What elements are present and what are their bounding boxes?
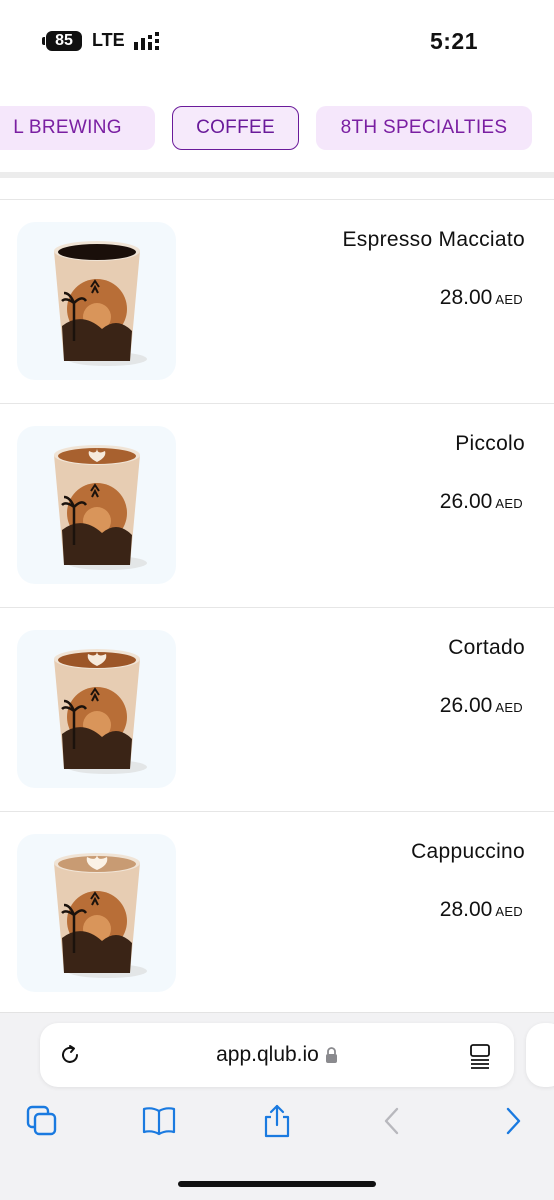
coffee-cup-icon [53, 649, 147, 774]
product-image[interactable] [17, 222, 176, 380]
product-image[interactable] [17, 630, 176, 788]
url-display[interactable]: app.qlub.io [40, 1023, 514, 1087]
coffee-cup-icon [53, 241, 147, 366]
menu-item-cappuccino[interactable]: Cappuccino 28.00 AED [0, 812, 554, 1016]
price-value: 28.00 [439, 898, 493, 921]
address-bar[interactable]: app.qlub.io [40, 1023, 514, 1087]
tab-8th-specialties[interactable]: 8TH SPECIALTIES [316, 106, 532, 150]
category-tabs: L BREWING COFFEE 8TH SPECIALTIES [0, 104, 554, 152]
signal-icon [134, 32, 159, 50]
network-type: LTE [92, 30, 125, 50]
price-value: 26.00 [439, 694, 493, 717]
browser-toolbar: app.qlub.io [0, 1012, 554, 1200]
lock-icon [325, 1047, 337, 1063]
currency-label: AED [495, 292, 523, 307]
tab-coffee[interactable]: COFFEE [172, 106, 299, 150]
menu-item-espresso-macciato[interactable]: Espresso Macciato 28.00 AED [0, 200, 554, 404]
price-value: 28.00 [439, 286, 493, 309]
url-text: app.qlub.io [216, 1043, 319, 1066]
coffee-cup-icon [53, 853, 147, 978]
menu-list: Espresso Macciato 28.00 AED Piccolo 26.00… [0, 200, 554, 1016]
share-icon[interactable] [259, 1103, 295, 1139]
item-name: Espresso Macciato [342, 228, 525, 251]
menu-item-piccolo[interactable]: Piccolo 26.00 AED [0, 404, 554, 608]
next-tab-preview[interactable] [526, 1023, 554, 1087]
forward-chevron-icon[interactable] [495, 1103, 531, 1139]
item-price: 26.00 AED [440, 694, 523, 718]
item-price: 26.00 AED [440, 490, 523, 514]
home-indicator[interactable] [178, 1181, 376, 1187]
coffee-cup-icon [53, 445, 147, 570]
back-chevron-icon[interactable] [374, 1103, 410, 1139]
price-value: 26.00 [439, 490, 493, 513]
item-price: 28.00 AED [440, 286, 523, 310]
battery-indicator: 85 [42, 31, 82, 51]
product-image[interactable] [17, 426, 176, 584]
tabs-icon[interactable] [24, 1103, 60, 1139]
status-bar: 85 LTE 5:21 [0, 0, 554, 84]
menu-item-cortado[interactable]: Cortado 26.00 AED [0, 608, 554, 812]
product-image[interactable] [17, 834, 176, 992]
currency-label: AED [495, 700, 523, 715]
item-price: 28.00 AED [440, 898, 523, 922]
item-name: Piccolo [455, 432, 525, 455]
currency-label: AED [495, 904, 523, 919]
clock: 5:21 [429, 28, 478, 54]
tab-cold-brewing[interactable]: L BREWING [0, 106, 155, 150]
currency-label: AED [495, 496, 523, 511]
bookmarks-icon[interactable] [141, 1103, 177, 1139]
section-divider [0, 172, 554, 178]
item-name: Cappuccino [411, 840, 525, 863]
item-name: Cortado [448, 636, 525, 659]
reader-mode-icon[interactable] [468, 1043, 492, 1069]
